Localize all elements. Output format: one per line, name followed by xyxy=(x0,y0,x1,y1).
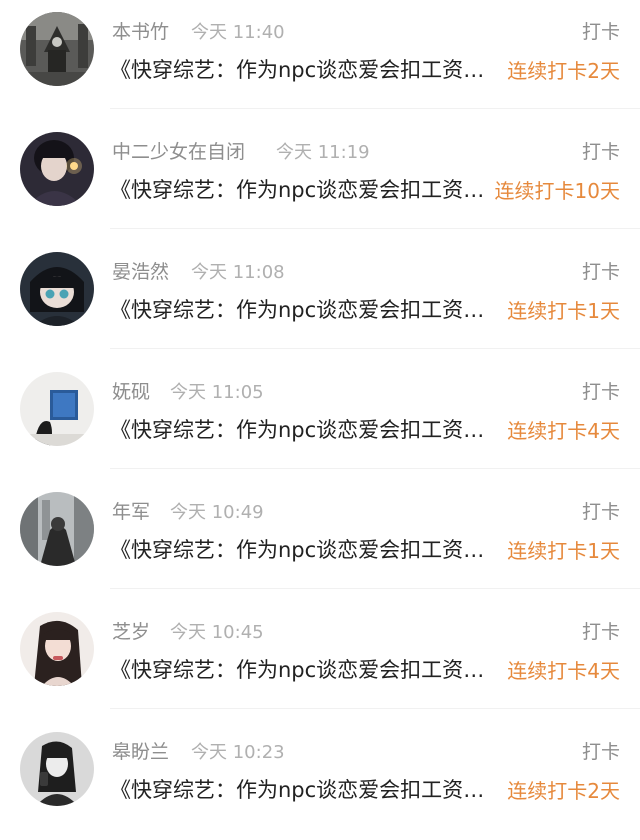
checkin-action: 打卡 xyxy=(581,141,620,163)
user-name[interactable]: 皋盼兰 xyxy=(112,737,169,764)
book-title[interactable]: 《快穿综艺：作为npc谈恋爱会扣工资吗》 xyxy=(110,174,494,204)
checkin-action: 打卡 xyxy=(581,261,620,283)
checkin-action: 打卡 xyxy=(581,741,620,763)
user-name[interactable]: 本书竹 xyxy=(112,17,169,44)
list-item[interactable]: 本书竹 今天 11:40 打卡 《快穿综艺：作为npc谈恋爱会扣工资吗》 连续打… xyxy=(0,0,640,120)
divider xyxy=(110,588,640,589)
avatar-6-icon xyxy=(20,612,94,686)
user-name[interactable]: 芝岁 xyxy=(112,617,150,644)
timestamp: 今天 10:45 xyxy=(170,622,264,643)
divider xyxy=(110,468,640,469)
divider xyxy=(110,108,640,109)
book-title[interactable]: 《快穿综艺：作为npc谈恋爱会扣工资吗》 xyxy=(110,654,494,684)
streak-badge: 连续打卡4天 xyxy=(507,419,620,443)
streak-badge: 连续打卡1天 xyxy=(507,299,620,323)
book-title[interactable]: 《快穿综艺：作为npc谈恋爱会扣工资吗》 xyxy=(110,534,494,564)
streak-badge: 连续打卡2天 xyxy=(507,59,620,83)
avatar-4-icon xyxy=(20,372,94,446)
streak-badge: 连续打卡2天 xyxy=(507,779,620,803)
user-name[interactable]: 晏浩然 xyxy=(112,257,169,284)
checkin-action: 打卡 xyxy=(581,501,620,523)
checkin-action: 打卡 xyxy=(581,381,620,403)
book-title[interactable]: 《快穿综艺：作为npc谈恋爱会扣工资吗》 xyxy=(110,294,494,324)
timestamp: 今天 11:05 xyxy=(170,382,264,403)
list-item[interactable]: 妩砚 今天 11:05 打卡 《快穿综艺：作为npc谈恋爱会扣工资吗》 连续打卡… xyxy=(0,360,640,480)
avatar[interactable] xyxy=(20,492,94,566)
book-title[interactable]: 《快穿综艺：作为npc谈恋爱会扣工资吗》 xyxy=(110,774,494,804)
book-title[interactable]: 《快穿综艺：作为npc谈恋爱会扣工资吗》 xyxy=(110,414,494,444)
user-name[interactable]: 中二少女在自闭 xyxy=(112,137,245,164)
avatar-7-icon xyxy=(20,732,94,806)
avatar[interactable] xyxy=(20,132,94,206)
avatar[interactable] xyxy=(20,372,94,446)
checkin-action: 打卡 xyxy=(581,621,620,643)
avatar[interactable] xyxy=(20,12,94,86)
book-title[interactable]: 《快穿综艺：作为npc谈恋爱会扣工资吗》 xyxy=(110,54,494,84)
avatar-2-icon xyxy=(20,132,94,206)
list-item[interactable]: 晏浩然 今天 11:08 打卡 《快穿综艺：作为npc谈恋爱会扣工资吗》 连续打… xyxy=(0,240,640,360)
avatar[interactable] xyxy=(20,252,94,326)
streak-badge: 连续打卡1天 xyxy=(507,539,620,563)
timestamp: 今天 11:40 xyxy=(191,22,285,43)
list-item[interactable]: 皋盼兰 今天 10:23 打卡 《快穿综艺：作为npc谈恋爱会扣工资吗》 连续打… xyxy=(0,720,640,840)
divider xyxy=(110,228,640,229)
timestamp: 今天 10:23 xyxy=(191,742,285,763)
list-item[interactable]: 中二少女在自闭 今天 11:19 打卡 《快穿综艺：作为npc谈恋爱会扣工资吗》… xyxy=(0,120,640,240)
streak-badge: 连续打卡10天 xyxy=(494,179,620,203)
avatar-5-icon xyxy=(20,492,94,566)
list-item[interactable]: 年军 今天 10:49 打卡 《快穿综艺：作为npc谈恋爱会扣工资吗》 连续打卡… xyxy=(0,480,640,600)
timestamp: 今天 11:19 xyxy=(276,142,370,163)
divider xyxy=(110,708,640,709)
checkin-list: 本书竹 今天 11:40 打卡 《快穿综艺：作为npc谈恋爱会扣工资吗》 连续打… xyxy=(0,0,640,840)
list-item[interactable]: 芝岁 今天 10:45 打卡 《快穿综艺：作为npc谈恋爱会扣工资吗》 连续打卡… xyxy=(0,600,640,720)
avatar[interactable] xyxy=(20,732,94,806)
divider xyxy=(110,348,640,349)
checkin-action: 打卡 xyxy=(581,21,620,43)
user-name[interactable]: 年军 xyxy=(112,497,150,524)
avatar-1-icon xyxy=(20,12,94,86)
avatar-3-icon xyxy=(20,252,94,326)
timestamp: 今天 11:08 xyxy=(191,262,285,283)
streak-badge: 连续打卡4天 xyxy=(507,659,620,683)
user-name[interactable]: 妩砚 xyxy=(112,377,150,404)
timestamp: 今天 10:49 xyxy=(170,502,264,523)
avatar[interactable] xyxy=(20,612,94,686)
